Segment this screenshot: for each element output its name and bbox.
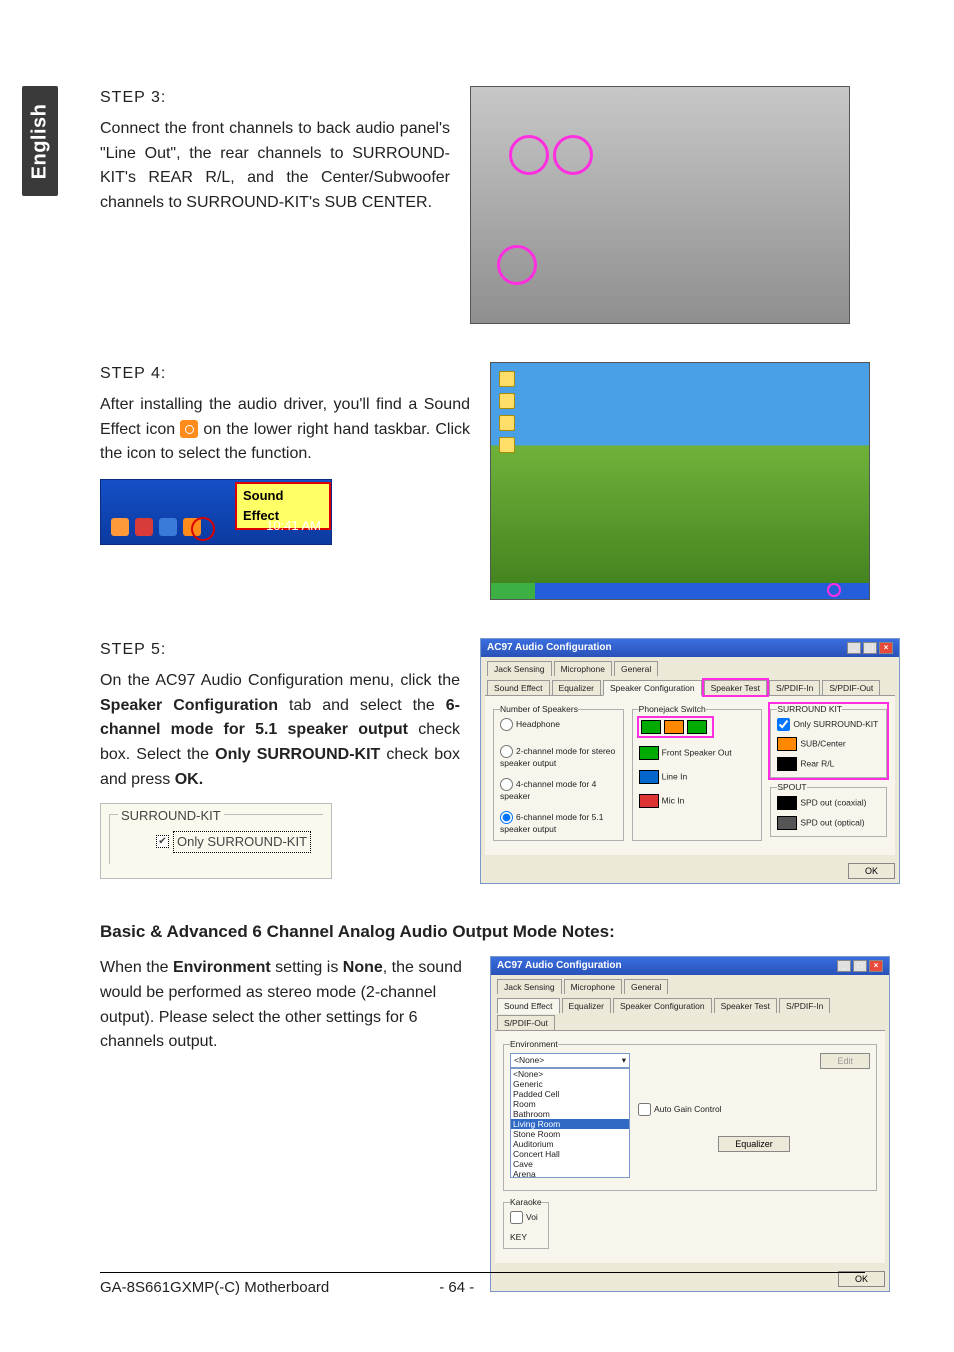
ac97-sound-effect-dialog: AC97 Audio Configuration _ □ × Jack Sens… [490,956,890,1292]
highlight-circle-icon [827,583,841,597]
tab-speaker-test[interactable]: Speaker Test [704,680,767,695]
spout-legend: SPOUT [777,782,806,792]
tab-spdif-in[interactable]: S/PDIF-In [769,680,820,695]
tab-sound-effect[interactable]: Sound Effect [487,680,550,695]
maximize-button[interactable]: □ [863,642,877,654]
environment-legend: Environment [510,1039,558,1049]
tab-sound-effect[interactable]: Sound Effect [497,998,560,1014]
highlight-circle-icon [509,135,549,175]
desktop-screenshot [490,362,870,600]
language-label: English [29,103,52,179]
notes-body: When the Environment setting is None, th… [100,956,470,1055]
ac97-speaker-config-dialog: AC97 Audio Configuration _ □ × Jack Sens… [480,638,900,884]
only-surround-kit-label: Only SURROUND-KIT [173,831,311,853]
maximize-button[interactable]: □ [853,960,867,972]
tab-speaker-configuration[interactable]: Speaker Configuration [613,998,712,1013]
close-button[interactable]: × [879,642,893,654]
desktop-icon [499,415,515,431]
footer-page: - 64 - [439,1279,474,1296]
surround-kit-crop: SURROUND-KIT ✔ Only SURROUND-KIT [100,803,332,879]
jack-icon [777,737,797,751]
tab-microphone[interactable]: Microphone [554,661,612,676]
only-surround-kit-checkbox[interactable]: ✔ [156,835,169,848]
surround-kit-legend: SURROUND KIT [777,704,842,714]
tab-equalizer[interactable]: Equalizer [562,998,611,1013]
highlight-circle-icon [553,135,593,175]
tray-time: 10:41 AM [266,516,321,536]
jack-icon [777,796,797,810]
key-label: KEY [510,1232,542,1242]
6ch-radio[interactable] [500,811,513,824]
jack-icon [639,746,659,760]
desktop-icon [499,437,515,453]
2ch-radio[interactable] [500,745,513,758]
tray-icon [135,518,153,536]
step3-title: STEP 3: [100,86,450,111]
tray-icon [111,518,129,536]
tab-microphone[interactable]: Microphone [564,979,622,994]
jack-icon [687,720,707,734]
chevron-down-icon: ▾ [622,1055,626,1066]
surround-kit-legend: SURROUND-KIT [118,806,224,826]
step3-photo [470,86,850,324]
tab-spdif-out[interactable]: S/PDIF-Out [822,680,880,695]
num-speakers-legend: Number of Speakers [500,704,578,714]
language-tab: English [22,86,58,196]
highlight-circle-icon [191,517,215,541]
only-skit-checkbox[interactable] [777,718,790,731]
page-footer: GA-8S661GXMP(-C) Motherboard - 64 - [100,1272,865,1296]
jack-icon [664,720,684,734]
tab-jack-sensing[interactable]: Jack Sensing [487,661,552,676]
desktop-icon [499,371,515,387]
edit-button[interactable]: Edit [820,1053,870,1069]
dialog-title: AC97 Audio Configuration [487,642,612,654]
step4-title: STEP 4: [100,362,470,387]
tab-spdif-out[interactable]: S/PDIF-Out [497,1015,555,1030]
karaoke-legend: Karaoke [510,1197,542,1207]
headphone-radio[interactable] [500,718,513,731]
close-button[interactable]: × [869,960,883,972]
footer-model: GA-8S661GXMP(-C) Motherboard [100,1279,329,1296]
tab-spdif-in[interactable]: S/PDIF-In [779,998,830,1013]
sound-effect-icon [180,420,198,438]
tab-speaker-configuration[interactable]: Speaker Configuration [603,680,702,696]
phonejack-legend: Phonejack Switch [639,704,706,714]
tab-equalizer[interactable]: Equalizer [552,680,601,695]
jack-icon [777,757,797,771]
step4-body: After installing the audio driver, you'l… [100,393,470,467]
taskbar-screenshot: Sound Effect 10:41 AM [100,479,332,545]
jack-icon [641,720,661,734]
tray-icon [159,518,177,536]
voice-checkbox[interactable] [510,1211,523,1224]
jack-icon [639,794,659,808]
minimize-button[interactable]: _ [837,960,851,972]
step5-body: On the AC97 Audio Configuration menu, cl… [100,669,460,793]
ok-button[interactable]: OK [848,863,895,879]
tab-general[interactable]: General [624,979,668,994]
jack-icon [639,770,659,784]
taskbar [491,583,869,599]
start-button [491,583,535,599]
step5-title: STEP 5: [100,638,460,663]
equalizer-button[interactable]: Equalizer [718,1136,790,1152]
environment-select[interactable]: <None>▾ [510,1053,630,1068]
environment-dropdown-list[interactable]: <None> Generic Padded Cell Room Bathroom… [510,1068,630,1178]
jack-icon [777,816,797,830]
agc-checkbox[interactable] [638,1103,651,1116]
tab-speaker-test[interactable]: Speaker Test [714,998,777,1013]
tab-jack-sensing[interactable]: Jack Sensing [497,979,562,994]
step3-body: Connect the front channels to back audio… [100,117,450,216]
minimize-button[interactable]: _ [847,642,861,654]
desktop-icon [499,393,515,409]
4ch-radio[interactable] [500,778,513,791]
dialog-title: AC97 Audio Configuration [497,960,622,972]
notes-heading: Basic & Advanced 6 Channel Analog Audio … [100,922,900,942]
tab-general[interactable]: General [614,661,658,676]
highlight-circle-icon [497,245,537,285]
